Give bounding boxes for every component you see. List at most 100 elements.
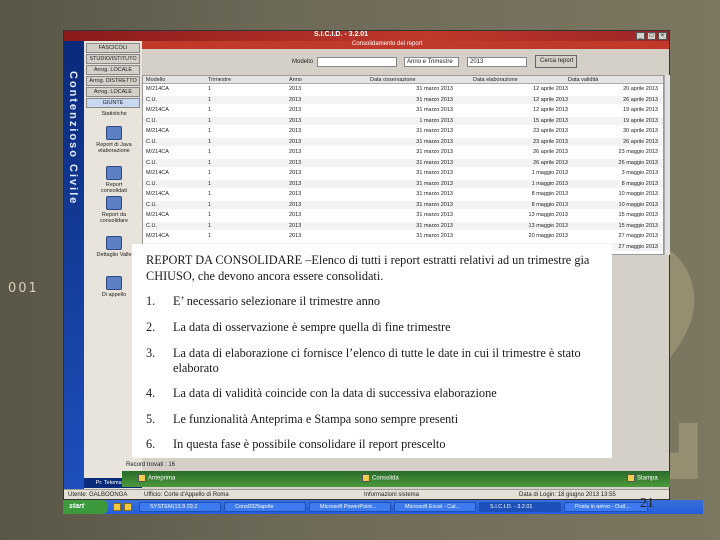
table-row[interactable]: M/214CA 1 2013 31 marzo 2013 12 aprile 2013 1… (143, 106, 663, 114)
anteprima-button[interactable]: Anteprima (138, 474, 175, 482)
table-cell: 31 marzo 2013 (416, 96, 453, 103)
table-cell: M/214CA (146, 107, 169, 113)
table-cell: C.U. (146, 96, 157, 103)
table-row[interactable]: M/214CA 1 2013 31 marzo 2013 12 aprile 2013 2… (143, 85, 663, 93)
nav-item-dettaglio[interactable]: Dettaglio Valle (92, 236, 136, 258)
table-cell: 2013 (289, 170, 302, 176)
table-cell: 26 aprile 2013 (533, 159, 568, 166)
maximize-button[interactable]: □ (647, 32, 656, 40)
table-cell: 20 aprile 2013 (623, 86, 658, 92)
column-header[interactable]: Anno (289, 76, 302, 84)
table-row[interactable]: M/214CA 1 2013 31 marzo 2013 20 maggio 2013 2… (143, 232, 663, 240)
item-text: La data di elaborazione ci fornisce l’el… (173, 346, 581, 375)
period-select[interactable]: 2013 (467, 57, 527, 67)
nav-item-label: Report consolidati (101, 182, 127, 194)
table-row[interactable]: C.U. 1 2013 31 marzo 2013 13 maggio 2013 15 m… (143, 221, 663, 230)
nav-button-giunte[interactable]: GIUNTE (86, 98, 140, 108)
table-cell: 12 aprile 2013 (533, 107, 568, 113)
item-number: 2. (146, 320, 156, 334)
quicklaunch-icon[interactable] (113, 503, 121, 511)
table-row[interactable]: C.U. 1 2013 31 marzo 2013 23 aprile 2013 26 a… (143, 137, 663, 146)
quicklaunch-icon[interactable] (124, 503, 132, 511)
stampa-label: Stampa (637, 475, 658, 482)
table-cell: 1 (208, 212, 212, 218)
table-row[interactable]: C.U. 1 2013 31 marzo 2013 1 maggio 2013 8 mag… (143, 179, 663, 188)
consolida-button[interactable]: Consolida (362, 474, 399, 482)
ufficio-info: Ufficio: Corte d'Appello di Roma (144, 492, 229, 498)
item-number: 4. (146, 386, 156, 400)
table-cell: M/214CA (146, 149, 169, 155)
table-cell: 27 maggio 2013 (618, 233, 658, 239)
column-header[interactable]: Data validità (568, 76, 598, 84)
table-cell: 31 marzo 2013 (416, 86, 453, 92)
table-cell: 1 (208, 128, 212, 134)
nav-button-fascicoli[interactable]: FASCICOLI (86, 43, 140, 53)
start-button[interactable]: start (63, 500, 108, 514)
minimize-button[interactable]: _ (636, 32, 645, 40)
table-cell: 30 aprile 2013 (623, 128, 658, 134)
table-row[interactable]: C.U. 1 2013 31 marzo 2013 26 aprile 2013 26 m… (143, 158, 663, 167)
table-cell: 2013 (289, 180, 302, 187)
table-cell: 31 marzo 2013 (416, 222, 453, 229)
table-row[interactable]: C.U. 1 2013 31 marzo 2013 12 aprile 2013 26 a… (143, 95, 663, 104)
nav-button-studio[interactable]: STUDIO/ISTITUTO (86, 54, 140, 64)
nav-button-arrog-locale[interactable]: Arrog. LOCALE (86, 65, 140, 75)
table-cell: 1 (208, 149, 212, 155)
table-cell: 19 aprile 2013 (623, 117, 658, 124)
table-cell: C.U. (146, 138, 157, 145)
table-row[interactable]: M/214CA 1 2013 31 marzo 2013 1 maggio 2013 3 … (143, 169, 663, 177)
table-row[interactable]: M/214CA 1 2013 31 marzo 2013 26 aprile 2013 2… (143, 148, 663, 156)
table-cell: 31 marzo 2013 (416, 233, 453, 239)
utente-info: Utente: GALBOONGA (68, 492, 128, 498)
table-row[interactable]: C.U. 1 2013 31 marzo 2013 8 maggio 2013 10 ma… (143, 200, 663, 209)
table-cell: 2013 (289, 212, 302, 218)
report-table: Modello Trimestre Anno Data osservazione… (142, 75, 664, 255)
table-row[interactable]: C.U. 1 2013 1 marzo 2013 15 aprile 2013 19 ap… (143, 116, 663, 125)
table-cell: 2013 (289, 201, 302, 208)
column-header[interactable]: Data osservazione (370, 76, 416, 84)
table-cell: 26 aprile 2013 (533, 149, 568, 155)
column-header[interactable]: Modello (146, 76, 165, 84)
table-cell: 13 maggio 2013 (528, 222, 568, 229)
item-text: E’ necessario selezionare il trimestre a… (173, 294, 381, 308)
nav-item-appello[interactable]: Di appello (92, 276, 136, 298)
cerca-report-button[interactable]: Cerca report (535, 55, 577, 68)
nav-button-arrog-locale-2[interactable]: Arrog. LOCALE (86, 87, 140, 97)
table-cell: C.U. (146, 201, 157, 208)
table-cell: 31 marzo 2013 (416, 191, 453, 197)
taskbar-item[interactable]: SYSTEM(13.9 29.2 (139, 502, 221, 512)
nav-item-report-java[interactable]: Report di Java elaborazione (92, 126, 136, 154)
table-row[interactable]: M/214CA 1 2013 31 marzo 2013 13 maggio 2013 1… (143, 211, 663, 219)
taskbar-item[interactable]: Microsoft Excel - Cal... (394, 502, 476, 512)
table-row[interactable]: M/214CA 1 2013 31 marzo 2013 23 aprile 2013 3… (143, 127, 663, 135)
nav-item-statistiche[interactable]: Statistiche (92, 111, 136, 117)
table-cell: 26 maggio 2013 (618, 159, 658, 166)
table-cell: 1 (208, 138, 212, 145)
taskbar-item[interactable]: Posta in arrivo - Outl... (564, 502, 648, 512)
nav-button-arrog-distretto[interactable]: Arrog. DISTRETTO (86, 76, 140, 86)
nav-item-report-da-consolidare[interactable]: Report da consolidare (92, 196, 136, 224)
stampa-button[interactable]: Stampa (627, 474, 658, 482)
table-scrollbar[interactable] (664, 75, 670, 255)
item-number: 6. (146, 437, 156, 451)
column-header[interactable]: Data elaborazione (473, 76, 518, 84)
table-row[interactable]: M/214CA 1 2013 31 marzo 2013 8 maggio 2013 10… (143, 190, 663, 198)
table-cell: 1 maggio 2013 (531, 180, 568, 187)
informazioni-sistema-link[interactable]: Informazioni sistema (364, 490, 419, 500)
close-button[interactable]: × (658, 32, 667, 40)
anno-trimestre-select[interactable]: Anno e Trimestre (404, 57, 459, 67)
nav-item-report-consolidati[interactable]: Report consolidati (92, 166, 136, 194)
item-text: In questa fase è possibile consolidare i… (173, 437, 446, 451)
table-cell: 1 (208, 107, 212, 113)
taskbar-item[interactable]: S.I.C.I.D. - 3.2.01 (479, 502, 561, 512)
table-cell: 2013 (289, 149, 302, 155)
taskbar-item[interactable]: Cons0329aprile (224, 502, 306, 512)
folder-icon (106, 166, 122, 180)
table-cell: 1 (208, 191, 212, 197)
table-cell: 1 (208, 201, 212, 208)
modello-select[interactable] (317, 57, 397, 67)
taskbar-item[interactable]: Microsoft PowerPoint... (309, 502, 391, 512)
column-header[interactable]: Trimestre (208, 76, 231, 84)
item-number: 1. (146, 294, 156, 308)
table-cell: 2013 (289, 86, 302, 92)
